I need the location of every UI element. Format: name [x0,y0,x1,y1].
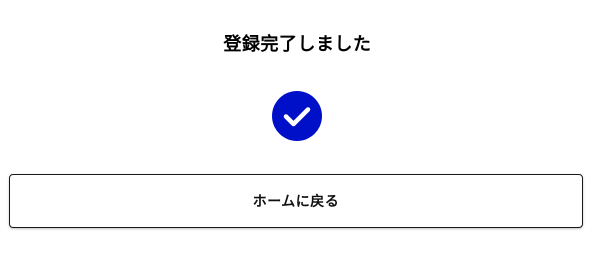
page-title: 登録完了しました [223,34,372,55]
return-home-button[interactable]: ホームに戻る [9,174,583,228]
check-circle-icon [272,91,322,141]
check-circle-background [272,91,322,141]
return-home-label: ホームに戻る [252,194,340,210]
registration-complete-page: 登録完了しました ホームに戻る [0,0,601,258]
